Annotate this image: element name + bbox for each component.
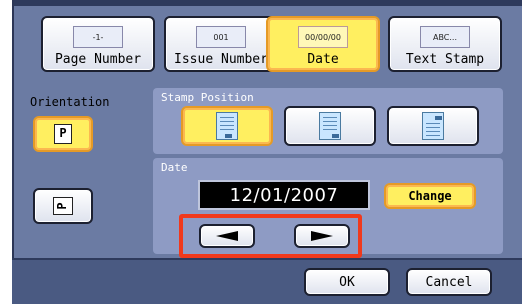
tab-date[interactable]: 00/00/00 Date (266, 16, 380, 72)
tab-page-number[interactable]: -1- Page Number (41, 16, 155, 72)
date-icon: 00/00/00 (298, 26, 348, 48)
tab-label: Text Stamp (405, 52, 485, 67)
left-arrow-icon (216, 231, 238, 241)
tab-text-stamp[interactable]: ABC... Text Stamp (388, 16, 502, 72)
right-arrow-button[interactable] (294, 224, 350, 248)
date-title: Date (161, 161, 188, 174)
page-stamp-top-right-icon (422, 112, 444, 140)
landscape-icon: P (53, 197, 73, 215)
stamp-position-title: Stamp Position (161, 91, 254, 104)
date-value-display: 12/01/2007 (198, 180, 370, 210)
top-strip (14, 0, 522, 6)
tab-label: Issue Number (174, 52, 268, 67)
tab-label: Date (307, 52, 339, 67)
screen: -1- Page Number 001 Issue Number 00/00/0… (0, 0, 527, 304)
left-arrow-button[interactable] (199, 224, 255, 248)
stamp-position-bottom-right-button[interactable] (284, 106, 376, 146)
right-arrow-icon (311, 231, 333, 241)
text-stamp-icon: ABC... (420, 26, 470, 48)
page-stamp-bottom-right-icon (319, 112, 341, 140)
page-number-icon: -1- (73, 26, 123, 48)
portrait-orientation-button[interactable]: P (33, 116, 93, 152)
change-date-button[interactable]: Change (384, 183, 476, 209)
cancel-button[interactable]: Cancel (406, 268, 492, 296)
stamp-position-top-right-button[interactable] (387, 106, 479, 146)
tab-issue-number[interactable]: 001 Issue Number (164, 16, 278, 72)
issue-number-icon: 001 (196, 26, 246, 48)
portrait-icon: P (54, 124, 72, 144)
orientation-label: Orientation (30, 95, 110, 109)
page-stamp-bottom-icon (216, 112, 238, 140)
landscape-orientation-button[interactable]: P (33, 188, 93, 224)
stamp-position-bottom-button[interactable] (181, 106, 273, 146)
ok-button[interactable]: OK (304, 268, 390, 296)
tab-label: Page Number (54, 52, 142, 67)
